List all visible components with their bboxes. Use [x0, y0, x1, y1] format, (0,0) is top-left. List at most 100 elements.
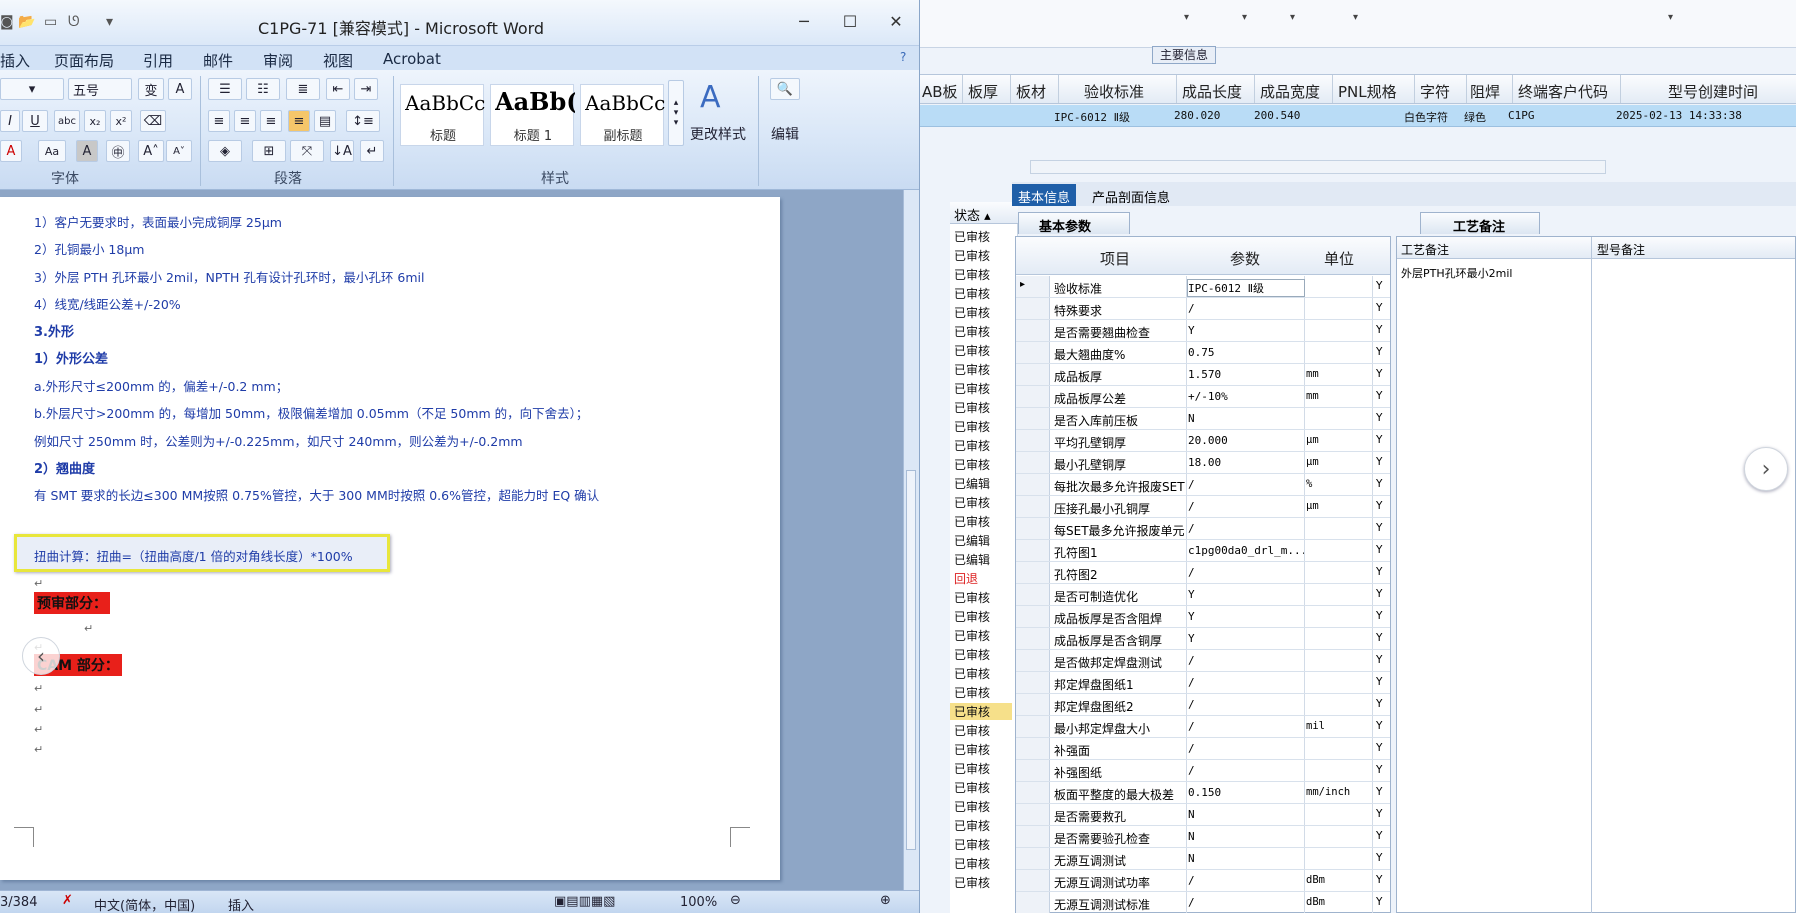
borders-icon[interactable]: ⊞ [252, 140, 286, 162]
param-row[interactable]: 补强图纸 / Y [1016, 760, 1390, 782]
status-cell[interactable]: 已审核 [954, 722, 990, 739]
param-row[interactable]: ▸ 验收标准 IPC-6012 Ⅱ级 Y [1016, 276, 1390, 298]
change-styles-icon[interactable]: A [700, 80, 721, 115]
chevron-down-icon[interactable]: ▾ [1184, 12, 1189, 23]
param-value[interactable]: / [1188, 720, 1304, 733]
nav-next-button[interactable]: › [1744, 447, 1788, 491]
status-cell[interactable]: 已审核 [954, 304, 990, 321]
font-color-icon[interactable]: A [0, 140, 22, 162]
param-value[interactable]: 18.00 [1188, 456, 1304, 469]
page-counter[interactable]: 3/384 [0, 895, 37, 910]
param-row[interactable]: 成品板厚 1.570 mm Y [1016, 364, 1390, 386]
multilevel-list-icon[interactable]: ≣ [286, 78, 320, 100]
param-row[interactable]: 无源互调测试 N Y [1016, 848, 1390, 870]
param-row[interactable]: 邦定焊盘图纸1 / Y [1016, 672, 1390, 694]
subtab-process-notes[interactable]: 工艺备注 [1420, 212, 1540, 235]
change-case-icon[interactable]: Aa [38, 140, 66, 162]
param-row[interactable]: 最小孔壁铜厚 18.00 μm Y [1016, 452, 1390, 474]
vertical-scrollbar[interactable] [903, 190, 919, 890]
proofing-icon[interactable]: ✗ [62, 893, 73, 908]
param-row[interactable]: 是否需要翘曲检查 Y Y [1016, 320, 1390, 342]
zoom-level[interactable]: 100% [680, 895, 717, 910]
subtab-basic-params[interactable]: 基本参数 [1018, 212, 1130, 235]
param-row[interactable]: 每SET最多允许报废单元 / Y [1016, 518, 1390, 540]
param-value[interactable]: Y [1188, 324, 1304, 337]
doc-line[interactable]: 1）外形公差 [34, 348, 108, 367]
qat-menu-icon[interactable]: ▾ [106, 14, 113, 30]
distribute-icon[interactable]: ▤ [314, 110, 336, 132]
underline-icon[interactable]: U [22, 110, 48, 132]
status-cell[interactable]: 已审核 [954, 228, 990, 245]
status-cell[interactable]: 已审核 [954, 266, 990, 283]
minimize-button[interactable]: ─ [788, 10, 820, 34]
status-cell[interactable]: 已审核 [954, 285, 990, 302]
status-cell[interactable]: 已审核 [954, 399, 990, 416]
doc-line[interactable]: a.外形尺寸≤200mm 的，偏差+/-0.2 mm； [34, 376, 288, 395]
insert-mode[interactable]: 插入 [228, 895, 254, 913]
param-value[interactable]: 1.570 [1188, 368, 1304, 381]
param-value[interactable]: +/-10% [1188, 390, 1304, 403]
param-value[interactable]: N [1188, 852, 1304, 865]
enclose-char-icon[interactable]: ㊥ [106, 140, 130, 162]
col-thickness[interactable]: 板厚 [968, 81, 998, 102]
param-value[interactable]: / [1188, 654, 1304, 667]
shrink-font-icon[interactable]: A˅ [166, 140, 192, 162]
document-page[interactable]: 1）客户无要求时，表面最小完成铜厚 25μm 2）孔铜最小 18μm 3）外层 PT… [0, 197, 780, 880]
param-row[interactable]: 孔符图2 / Y [1016, 562, 1390, 584]
param-value[interactable]: N [1188, 830, 1304, 843]
param-value[interactable]: / [1188, 742, 1304, 755]
col-pnl[interactable]: PNL规格 [1338, 81, 1397, 102]
param-row[interactable]: 每批次最多允许报废SET /% Y [1016, 474, 1390, 496]
zoom-in-icon[interactable]: ⊕ [880, 893, 891, 908]
main-grid-row[interactable]: IPC-6012 Ⅱ级 280.020 200.540 白色字符 绿色 C1PG… [920, 105, 1796, 127]
doc-line[interactable]: 2）翘曲度 [34, 458, 95, 477]
chevron-down-icon[interactable]: ▾ [1668, 12, 1673, 23]
tab-layout[interactable]: 页面布局 [54, 50, 114, 71]
status-cell[interactable]: 已编辑 [954, 475, 990, 492]
status-cell[interactable]: 已审核 [954, 646, 990, 663]
line-spacing-icon[interactable]: ↕≡ [346, 110, 380, 132]
doc-line[interactable]: 1）客户无要求时，表面最小完成铜厚 25μm [34, 212, 282, 231]
nav-prev-button[interactable]: ‹ [22, 637, 60, 675]
status-cell[interactable]: 回退 [954, 570, 978, 587]
status-cell[interactable]: 已审核 [954, 361, 990, 378]
increase-indent-icon[interactable]: ⇥ [354, 78, 378, 100]
tab-profile-info[interactable]: 产品剖面信息 [1086, 184, 1176, 206]
col-length[interactable]: 成品长度 [1182, 81, 1242, 102]
param-row[interactable]: 最大翘曲度% 0.75 Y [1016, 342, 1390, 364]
status-cell[interactable]: 已审核 [954, 627, 990, 644]
font-name-dropdown[interactable]: ▾ [0, 78, 64, 100]
col-char[interactable]: 字符 [1420, 81, 1450, 102]
col-param[interactable]: 参数 [1230, 248, 1260, 269]
param-row[interactable]: 板面平整度的最大极差 0.150 mm/inch Y [1016, 782, 1390, 804]
param-row[interactable]: 特殊要求 / Y [1016, 298, 1390, 320]
status-cell[interactable]: 已审核 [954, 798, 990, 815]
decrease-indent-icon[interactable]: ⇤ [326, 78, 350, 100]
param-row[interactable]: 孔符图1 c1pg00da0_drl_m... Y [1016, 540, 1390, 562]
param-row[interactable]: 是否入库前压板 N Y [1016, 408, 1390, 430]
col-created[interactable]: 型号创建时间 [1668, 81, 1758, 102]
param-value[interactable]: Y [1188, 610, 1304, 623]
find-icon[interactable]: 🔍 [770, 78, 800, 100]
status-cell[interactable]: 已审核 [954, 589, 990, 606]
maximize-button[interactable]: ☐ [834, 10, 866, 34]
zoom-out-icon[interactable]: ⊖ [730, 893, 741, 908]
param-row[interactable]: 是否做邦定焊盘测试 / Y [1016, 650, 1390, 672]
status-header[interactable]: 状态 ▴ [950, 202, 1018, 224]
status-cell[interactable]: 已编辑 [954, 532, 990, 549]
param-value[interactable]: / [1188, 522, 1304, 535]
param-row[interactable]: 补强面 / Y [1016, 738, 1390, 760]
param-value[interactable]: / [1188, 566, 1304, 579]
style-heading[interactable]: AaBbCc 标题 [400, 84, 485, 146]
status-cell[interactable]: 已审核 [954, 836, 990, 853]
char-border-icon[interactable]: A [168, 78, 192, 100]
strikethrough-icon[interactable]: abc [54, 110, 80, 132]
italic-icon[interactable]: I [0, 110, 20, 132]
phonetic-icon[interactable]: 变 [138, 78, 164, 100]
doc-line[interactable]: 3.外形 [34, 321, 74, 340]
param-row[interactable]: 最小邦定焊盘大小 / mil Y [1016, 716, 1390, 738]
param-value[interactable]: / [1188, 478, 1304, 491]
col-process-note[interactable]: 工艺备注 [1401, 241, 1449, 258]
status-cell[interactable]: 已审核 [954, 494, 990, 511]
doc-line[interactable]: 3）外层 PTH 孔环最小 2mil，NPTH 孔有设计孔环时，最小孔环 6mi… [34, 267, 424, 286]
